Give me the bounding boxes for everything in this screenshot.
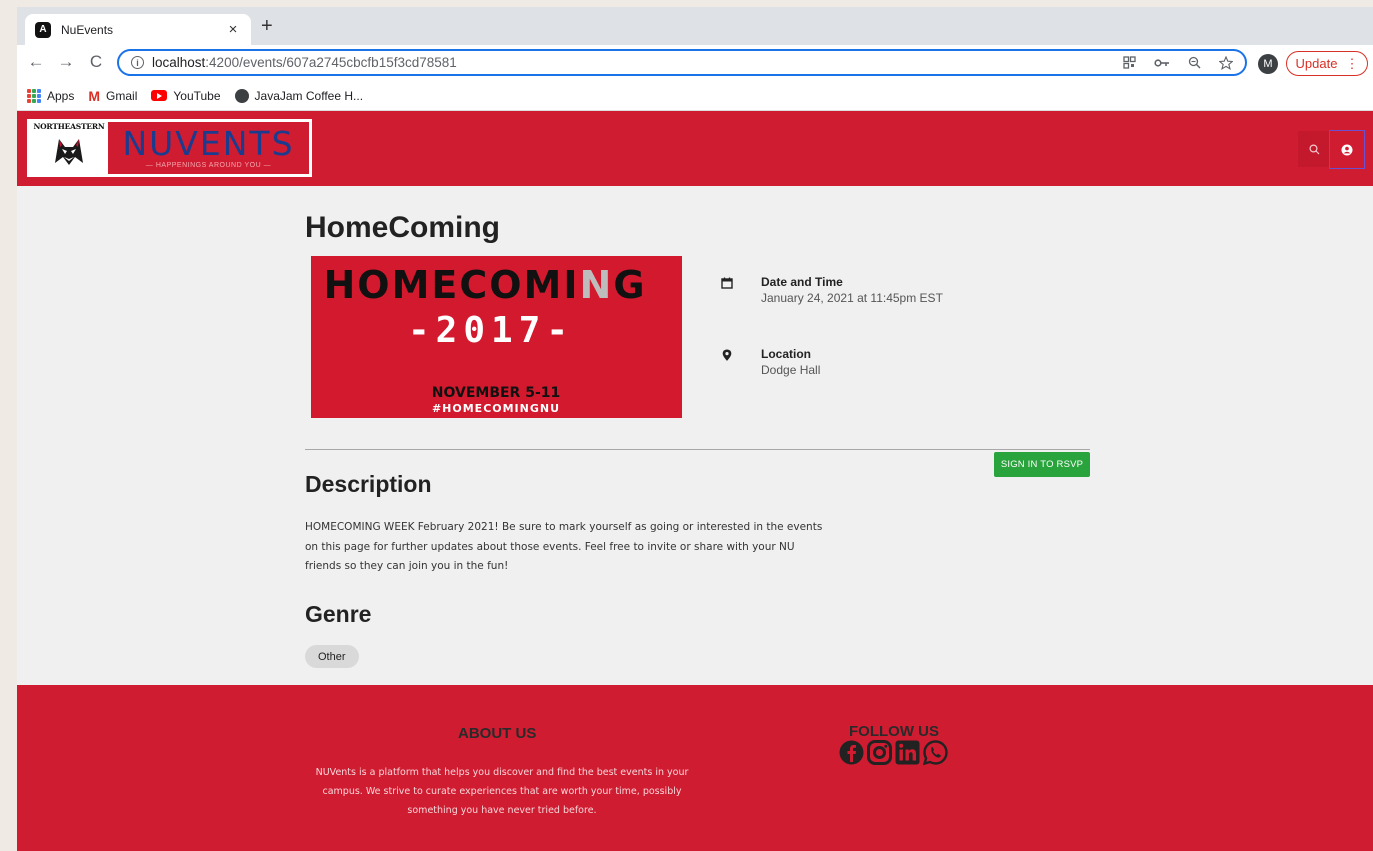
northeastern-husky-logo: NORTHEASTERN	[30, 122, 108, 174]
password-key-icon[interactable]	[1154, 57, 1170, 69]
banner-line4: #HOMECOMINGNU	[432, 402, 560, 415]
section-divider	[305, 449, 1090, 450]
account-circle-icon	[1341, 144, 1353, 155]
url-path: :4200/events/607a2745cbcfb15f3cd78581	[205, 55, 457, 70]
browser-tab[interactable]: A NuEvents ×	[25, 14, 251, 45]
bookmark-gmail[interactable]: M Gmail	[88, 88, 137, 104]
location-pin-icon	[722, 349, 732, 361]
facebook-icon[interactable]	[838, 739, 865, 766]
sign-in-rsvp-button[interactable]: SIGN IN TO RSVP	[994, 452, 1090, 477]
genre-tag[interactable]: Other	[305, 645, 359, 668]
qr-code-icon[interactable]	[1123, 56, 1136, 69]
social-links	[838, 739, 949, 766]
calendar-icon	[721, 277, 733, 289]
whatsapp-icon[interactable]	[922, 739, 949, 766]
banner-line2: -2017-	[408, 310, 574, 351]
profile-avatar[interactable]: M	[1258, 54, 1278, 74]
location-value: Dodge Hall	[761, 363, 821, 377]
reload-button[interactable]: C	[85, 51, 107, 73]
event-banner-image: HOMECOMING -2017- NOVEMBER 5-11 #HOMECOM…	[311, 256, 682, 418]
new-tab-button[interactable]: +	[261, 16, 273, 36]
address-bar[interactable]: i localhost:4200/events/607a2745cbcfb15f…	[117, 49, 1247, 76]
header-search-button[interactable]	[1298, 131, 1330, 167]
description-text: HOMECOMING WEEK February 2021! Be sure t…	[305, 521, 823, 572]
update-label: Update	[1295, 56, 1338, 71]
header-account-button[interactable]	[1329, 130, 1365, 169]
date-value: January 24, 2021 at 11:45pm EST	[761, 291, 943, 305]
browser-window: A NuEvents × + ← → C i localhost:4200/ev…	[17, 7, 1373, 851]
bookmark-label: Gmail	[106, 88, 138, 103]
zoom-icon[interactable]	[1188, 56, 1201, 69]
bookmark-apps[interactable]: Apps	[27, 88, 75, 103]
bookmark-javajam[interactable]: JavaJam Coffee H...	[234, 88, 364, 103]
site-header: NORTHEASTERN NUVENTS — HAPPENINGS AROUND…	[17, 111, 1373, 186]
logo-school-name: NORTHEASTERN	[33, 122, 105, 131]
follow-us-heading: FOLLOW US	[849, 723, 939, 740]
bookmark-label: YouTube	[173, 88, 221, 103]
bookmark-label: JavaJam Coffee H...	[254, 88, 364, 103]
banner-line3: NOVEMBER 5-11	[432, 385, 561, 401]
tab-strip: A NuEvents × +	[17, 7, 1373, 45]
search-icon	[1308, 143, 1319, 154]
nuvents-wordmark: NUVENTS — HAPPENINGS AROUND YOU —	[108, 122, 309, 174]
angular-favicon-icon: A	[35, 21, 51, 38]
bookmark-youtube[interactable]: YouTube	[151, 88, 221, 103]
banner-line1: HOMECOMING	[323, 263, 646, 307]
url-text[interactable]: localhost:4200/events/607a2745cbcfb15f3c…	[152, 55, 1123, 70]
instagram-icon[interactable]	[866, 739, 893, 766]
bookmarks-bar: Apps M Gmail YouTube JavaJam Coffee H...	[17, 81, 1373, 111]
bookmark-star-icon[interactable]	[1219, 55, 1233, 70]
date-label: Date and Time	[761, 275, 843, 289]
logo-title: NUVENTS	[122, 123, 295, 163]
genre-heading: Genre	[305, 601, 372, 627]
gmail-icon: M	[88, 87, 101, 104]
nuvents-logo[interactable]: NORTHEASTERN NUVENTS — HAPPENINGS AROUND…	[27, 119, 312, 177]
more-menu-icon: ⋮	[1345, 55, 1359, 71]
about-us-text: NUVents is a platform that helps you dis…	[315, 767, 689, 816]
back-button[interactable]: ←	[25, 51, 47, 73]
page-viewport: NORTHEASTERN NUVENTS — HAPPENINGS AROUND…	[17, 111, 1373, 851]
url-host: localhost	[152, 55, 206, 70]
linkedin-icon[interactable]	[894, 739, 921, 766]
update-button[interactable]: Update ⋮	[1286, 51, 1368, 76]
omnibox-actions	[1123, 55, 1233, 70]
apps-grid-icon	[27, 88, 41, 103]
tab-close-icon[interactable]: ×	[225, 21, 241, 38]
globe-icon	[234, 88, 249, 103]
event-title: HomeComing	[305, 211, 500, 244]
husky-icon	[55, 139, 83, 165]
browser-toolbar: ← → C i localhost:4200/events/607a2745cb…	[17, 45, 1373, 81]
forward-button[interactable]: →	[55, 51, 77, 73]
about-us-heading: ABOUT US	[458, 725, 537, 742]
description-heading: Description	[305, 471, 432, 497]
logo-tagline: — HAPPENINGS AROUND YOU —	[145, 161, 272, 169]
location-label: Location	[761, 347, 811, 361]
youtube-icon	[151, 90, 168, 101]
site-info-icon[interactable]: i	[131, 56, 144, 69]
banner-graphic: HOMECOMING -2017- NOVEMBER 5-11 #HOMECOM…	[323, 263, 646, 415]
tab-title: NuEvents	[61, 22, 114, 37]
bookmark-label: Apps	[47, 88, 75, 103]
site-footer: ABOUT US NUVents is a platform that help…	[17, 685, 1373, 851]
